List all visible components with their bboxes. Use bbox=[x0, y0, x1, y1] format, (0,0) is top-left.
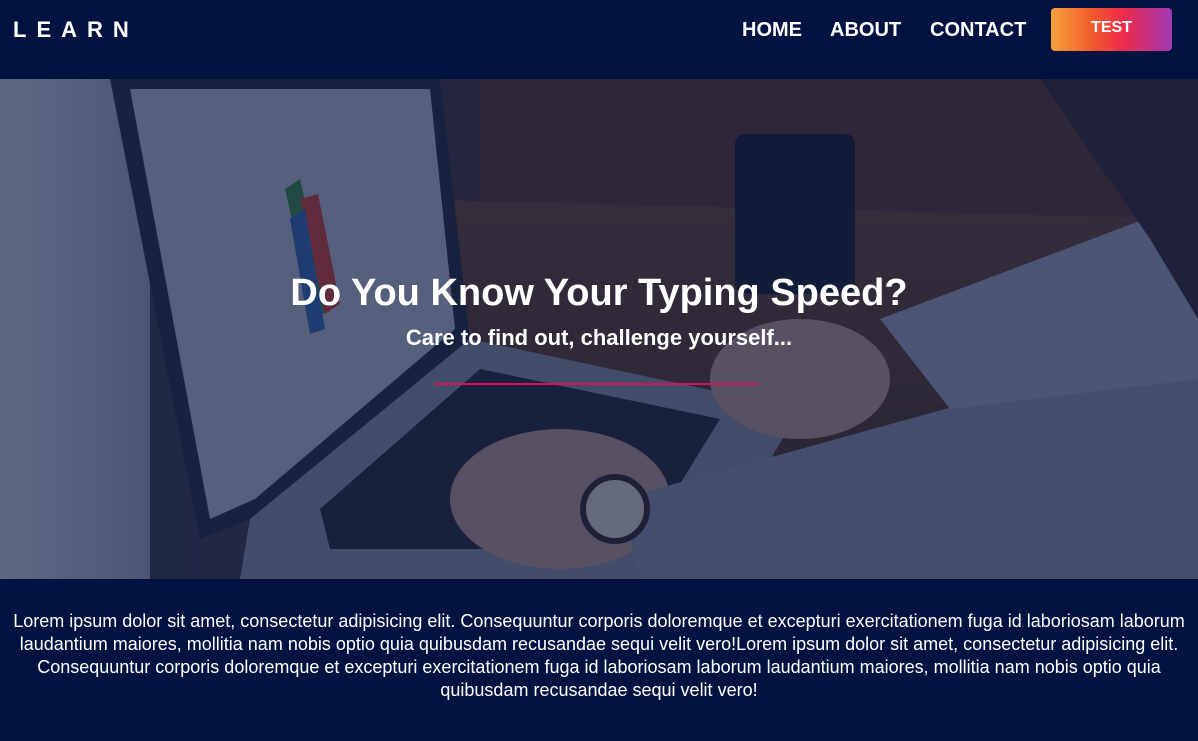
nav-about-link[interactable]: ABOUT bbox=[830, 18, 901, 42]
test-button[interactable]: TEST bbox=[1051, 8, 1172, 51]
navbar: LEARN HOME ABOUT CONTACT TEST bbox=[0, 0, 1198, 79]
nav-home-link[interactable]: HOME bbox=[742, 18, 802, 42]
hero-title: Do You Know Your Typing Speed? bbox=[290, 272, 908, 314]
hero-subtitle: Care to find out, challenge yourself... bbox=[405, 325, 793, 350]
test-button-label: TEST bbox=[1091, 19, 1132, 36]
nav-contact-link[interactable]: CONTACT bbox=[930, 18, 1026, 42]
site-logo[interactable]: LEARN bbox=[13, 17, 139, 43]
hero-section: Do You Know Your Typing Speed? Care to f… bbox=[0, 79, 1198, 579]
intro-paragraph: Lorem ipsum dolor sit amet, consectetur … bbox=[13, 611, 1185, 700]
hero-divider bbox=[434, 383, 759, 385]
